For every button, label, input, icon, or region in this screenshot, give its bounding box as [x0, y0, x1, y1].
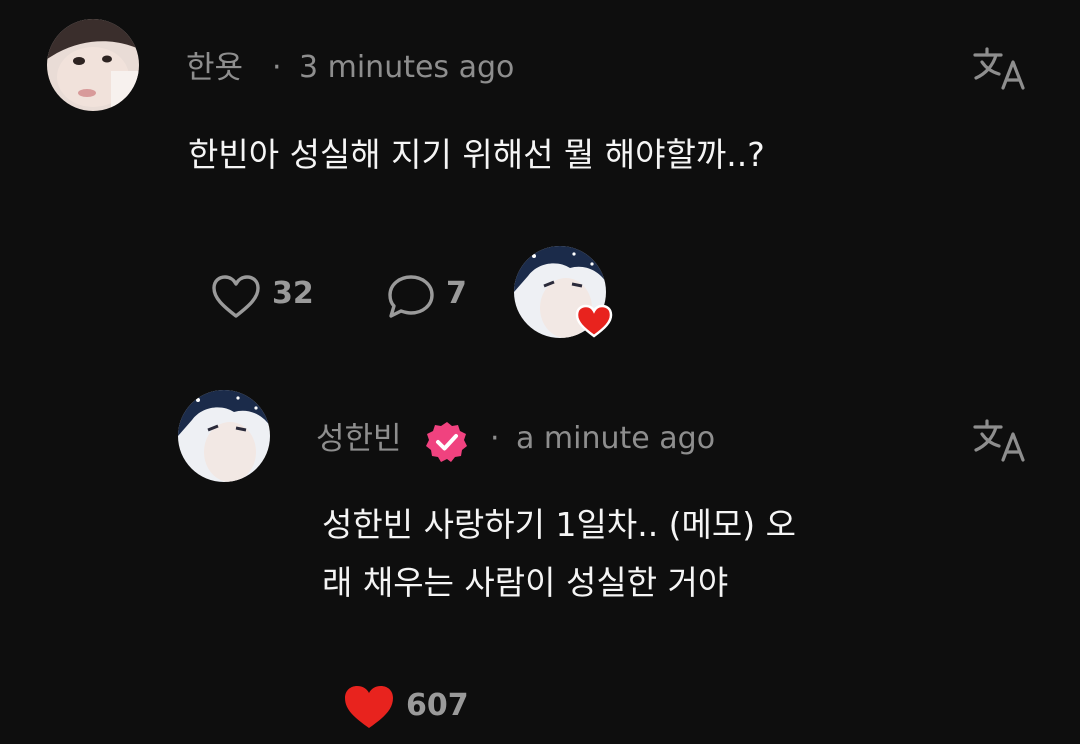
translate-icon[interactable] [972, 418, 1028, 464]
reply-count: 7 [446, 276, 467, 311]
reply-author-name[interactable]: 성한빈 [316, 419, 402, 459]
meta-separator: · [272, 50, 282, 85]
like-heart-filled-icon[interactable] [342, 683, 396, 731]
reply-author-avatar[interactable] [178, 390, 270, 482]
commenter-avatar[interactable] [47, 19, 139, 111]
verified-badge-icon [425, 420, 469, 464]
meta-separator: · [490, 421, 500, 456]
translate-icon[interactable] [972, 46, 1028, 92]
reply-text-line-2: 래 채우는 사람이 성실한 거야 [322, 563, 729, 602]
reply-bubble-icon[interactable] [386, 274, 436, 320]
comment-timestamp: 3 minutes ago [299, 50, 515, 85]
commenter-name[interactable]: 한욧 [186, 48, 243, 88]
like-heart-outline-icon[interactable] [211, 274, 261, 320]
reply-timestamp: a minute ago [516, 421, 716, 456]
comment-thread: 한욧 · 3 minutes ago 한빈아 성실해 지기 위해선 뭘 해야할까… [0, 0, 1080, 744]
creator-heart-icon [574, 303, 614, 339]
reply-text-line-1: 성한빈 사랑하기 1일차.. (메모) 오 [322, 505, 797, 544]
reply-like-count: 607 [406, 688, 469, 723]
comment-text: 한빈아 성실해 지기 위해선 뭘 해야할까..? [188, 135, 765, 174]
like-count: 32 [272, 276, 314, 311]
